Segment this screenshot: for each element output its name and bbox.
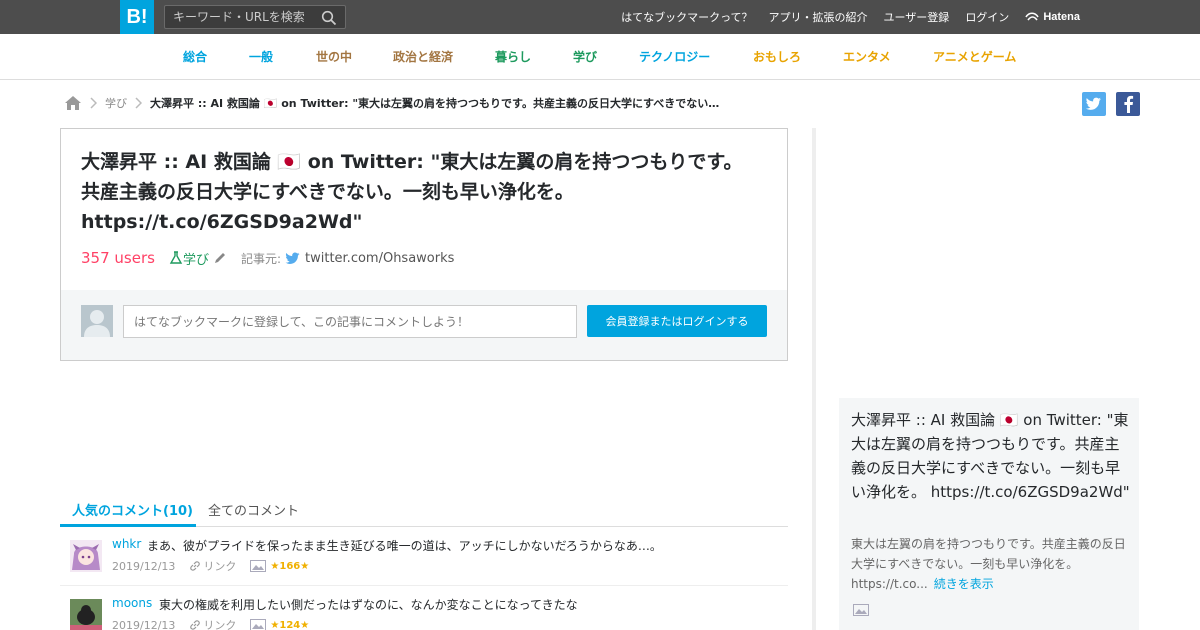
category-link[interactable]: 一般 [249, 48, 273, 65]
category-link[interactable]: エンタメ [843, 48, 891, 65]
tab-all-comments[interactable]: 全てのコメント [208, 500, 299, 519]
comment-text: 東大の権威を利用したい側だったはずなのに、なんか変なことになってきたな [159, 598, 578, 612]
header-nav: はてなブックマークって？ アプリ・拡張の紹介 ユーザー登録 ログイン Haten… [605, 0, 1080, 34]
embed-card: 大澤昇平 :: AI 救国論 🇯🇵 on Twitter: "東大は左翼の肩を持… [839, 398, 1139, 630]
login-link[interactable]: ログイン [965, 9, 1009, 25]
home-icon[interactable] [64, 95, 82, 111]
category-link[interactable]: テクノロジー [639, 48, 710, 65]
show-more-link[interactable]: 続きを表示 [934, 577, 994, 591]
category-link[interactable]: 総合 [183, 48, 207, 65]
signup-login-button[interactable]: 会員登録またはログインする [587, 305, 767, 337]
search-box [164, 5, 346, 29]
entry-title[interactable]: 大澤昇平 :: AI 救国論 🇯🇵 on Twitter: "東大は左翼の肩を持… [81, 147, 761, 237]
entry-category-link[interactable]: 学び [169, 249, 209, 268]
source-link[interactable]: twitter.com/Ohsaworks [285, 251, 454, 266]
chevron-right-icon [135, 97, 142, 109]
source-domain: twitter.com/Ohsaworks [305, 250, 455, 266]
comment-row: whkr まあ、彼がプライドを保ったまま生き延びる唯一の道は、アッチにしかないだ… [60, 527, 788, 586]
star-icon: ★ [270, 560, 280, 572]
category-link[interactable]: おもしろ [753, 48, 801, 65]
category-link[interactable]: 暮らし [495, 48, 531, 65]
avatar[interactable] [70, 540, 102, 572]
category-nav: 総合 一般 世の中 政治と経済 暮らし 学び テクノロジー おもしろ エンタメ … [0, 34, 1200, 80]
about-link[interactable]: はてなブックマークって？ [621, 9, 752, 25]
twitter-icon [1086, 97, 1101, 110]
comment-tabs: 人気のコメント(10) 全てのコメント [60, 496, 788, 527]
comment-date[interactable]: 2019/12/13 [112, 560, 175, 573]
category-link[interactable]: 政治と経済 [393, 48, 453, 65]
star-count-value: 124 [279, 619, 301, 630]
breadcrumb-current: 大澤昇平 :: AI 救国論 🇯🇵 on Twitter: "東大は左翼の肩を持… [150, 97, 720, 110]
comment-text: まあ、彼がプライドを保ったまま生き延びる唯一の道は、アッチにしかないだろうからな… [147, 539, 662, 553]
comment-footer: 2019/12/13 リンク ★ 124 ★ [112, 617, 309, 630]
star-count-value: 166 [279, 560, 301, 572]
card-description: 東大は左翼の肩を持つつもりです。共産主義の反日大学にすべきでない。一刻も早い浄化… [851, 534, 1131, 594]
facebook-icon [1124, 95, 1134, 113]
permalink-label: リンク [203, 560, 237, 573]
twitter-icon [285, 252, 300, 264]
signup-link[interactable]: ユーザー登録 [884, 9, 950, 25]
breadcrumb: 学び 大澤昇平 :: AI 救国論 🇯🇵 on Twitter: "東大は左翼の… [64, 94, 750, 112]
facebook-share-button[interactable] [1116, 92, 1140, 116]
category-link[interactable]: アニメとゲーム [933, 48, 1016, 65]
twitter-share-button[interactable] [1082, 92, 1106, 116]
entry-box: 大澤昇平 :: AI 救国論 🇯🇵 on Twitter: "東大は左翼の肩を持… [60, 128, 788, 361]
entry-meta: 357 users 学び 記事元: twitter.com/Ohsaworks [81, 247, 454, 269]
comment-username[interactable]: moons [112, 596, 152, 610]
hatena-brand-link[interactable]: Hatena [1025, 11, 1080, 23]
category-link[interactable]: 学び [573, 48, 597, 65]
hatena-logo-icon [1025, 12, 1039, 21]
hatena-bookmark-logo[interactable]: B! [120, 0, 154, 34]
star-count[interactable]: ★ 124 ★ [270, 620, 309, 630]
top-bar: B! はてなブックマークって？ アプリ・拡張の紹介 ユーザー登録 ログイン Ha… [0, 0, 1200, 34]
link-icon [190, 620, 201, 630]
column-divider [812, 128, 816, 630]
comment-permalink[interactable]: リンク [189, 617, 236, 630]
permalink-label: リンク [203, 619, 237, 630]
flask-icon [169, 251, 183, 264]
tab-popular-comments[interactable]: 人気のコメント(10) [60, 500, 196, 527]
image-icon[interactable] [250, 560, 267, 572]
comment-username[interactable]: whkr [112, 537, 141, 551]
comment-footer: 2019/12/13 リンク ★ 166 ★ [112, 558, 309, 574]
chevron-right-icon [90, 97, 97, 109]
image-icon[interactable] [250, 619, 267, 630]
star-count[interactable]: ★ 166 ★ [270, 561, 309, 572]
user-silhouette-icon [84, 310, 110, 337]
add-star-icon[interactable]: ★ [300, 620, 309, 630]
comment-row: moons 東大の権威を利用したい側だったはずなのに、なんか変なことになってきた… [60, 586, 788, 630]
user-avatar [81, 305, 113, 337]
link-icon [190, 561, 201, 571]
pencil-icon[interactable] [213, 251, 227, 265]
hatena-brand-text: Hatena [1043, 11, 1080, 23]
comment-date[interactable]: 2019/12/13 [112, 619, 175, 630]
card-title[interactable]: 大澤昇平 :: AI 救国論 🇯🇵 on Twitter: "東大は左翼の肩を持… [851, 408, 1131, 504]
avatar[interactable] [70, 599, 102, 630]
bookmark-users-count[interactable]: 357 users [81, 249, 155, 267]
comment-permalink[interactable]: リンク [189, 558, 236, 574]
apps-link[interactable]: アプリ・拡張の紹介 [769, 9, 868, 25]
comment-form: 会員登録またはログインする [61, 290, 787, 360]
search-icon[interactable] [321, 10, 337, 26]
add-star-icon[interactable]: ★ [300, 561, 309, 572]
breadcrumb-category[interactable]: 学び [105, 95, 127, 111]
source-label: 記事元: [240, 251, 281, 266]
category-link[interactable]: 世の中 [316, 48, 352, 65]
star-icon: ★ [270, 619, 280, 630]
image-icon[interactable] [853, 604, 869, 616]
search-input[interactable] [165, 6, 315, 28]
comment-input[interactable] [123, 305, 577, 338]
entry-category-label: 学び [182, 252, 209, 268]
